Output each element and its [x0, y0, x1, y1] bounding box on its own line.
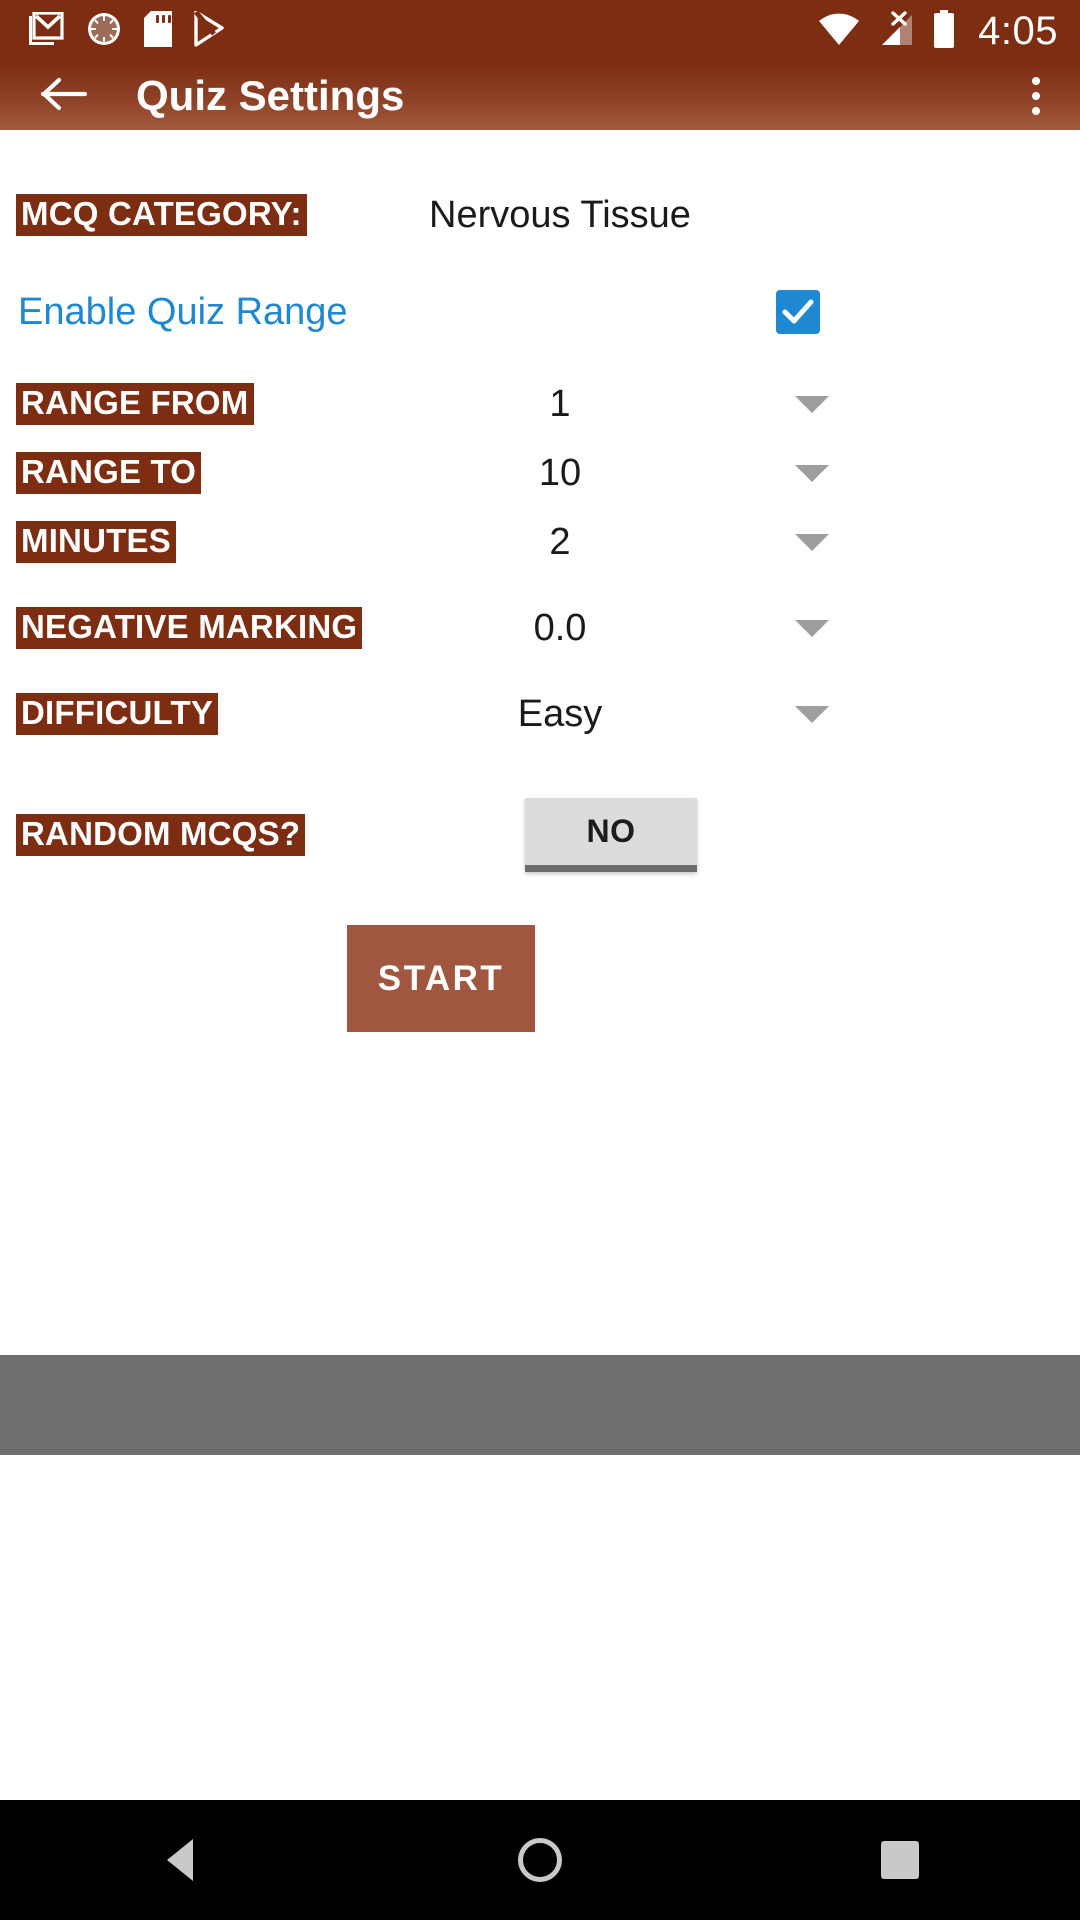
row-minutes[interactable]: MINUTES 2	[0, 516, 1080, 568]
wifi-icon	[818, 12, 860, 51]
nav-recents-square	[881, 1841, 919, 1879]
range-to-value[interactable]: 10	[430, 452, 690, 495]
mcq-category-value: Nervous Tissue	[429, 193, 691, 236]
chevron-down-icon[interactable]	[795, 395, 829, 413]
gmail-icon	[26, 10, 64, 51]
more-vert-icon[interactable]	[1020, 71, 1052, 121]
row-range-to[interactable]: RANGE TO 10	[0, 447, 1080, 499]
status-bar: 4:05	[0, 0, 1080, 62]
overflow-dot	[1032, 107, 1040, 115]
random-mcqs-toggle-button[interactable]: NO	[525, 798, 697, 872]
enable-quiz-range-checkbox[interactable]	[776, 290, 820, 334]
navigation-home-icon[interactable]	[460, 1800, 620, 1920]
sync-progress-icon	[86, 11, 122, 52]
back-button[interactable]	[40, 76, 88, 117]
mcq-category-label: MCQ CATEGORY:	[16, 193, 307, 237]
chevron-down-icon[interactable]	[795, 619, 829, 637]
row-range-from[interactable]: RANGE FROM 1	[0, 378, 1080, 430]
bottom-white-area	[0, 1455, 1080, 1800]
sd-card-icon	[144, 10, 172, 52]
overflow-dot	[1032, 92, 1040, 100]
minutes-value[interactable]: 2	[430, 521, 690, 564]
navigation-back-icon[interactable]	[100, 1800, 260, 1920]
settings-content: MCQ CATEGORY: Nervous Tissue Enable Quiz…	[0, 130, 1080, 1355]
navigation-recents-icon[interactable]	[820, 1800, 980, 1920]
enable-quiz-range-label[interactable]: Enable Quiz Range	[18, 291, 348, 334]
chevron-down-icon[interactable]	[795, 464, 829, 482]
system-navigation-bar	[0, 1800, 1080, 1920]
range-to-label: RANGE TO	[16, 451, 202, 495]
nav-home-circle	[518, 1838, 562, 1882]
chevron-down-icon[interactable]	[795, 533, 829, 551]
app-bar: Quiz Settings	[0, 62, 1080, 130]
row-negative-marking[interactable]: NEGATIVE MARKING 0.0	[0, 602, 1080, 654]
cellular-no-signal-icon	[876, 10, 916, 52]
row-random-mcqs: RANDOM MCQS? NO	[0, 798, 1080, 872]
row-mcq-category: MCQ CATEGORY: Nervous Tissue	[0, 188, 1080, 242]
play-store-icon	[194, 9, 226, 52]
minutes-label: MINUTES	[16, 520, 176, 564]
range-from-value[interactable]: 1	[430, 383, 690, 426]
difficulty-value[interactable]: Easy	[430, 693, 690, 736]
nav-back-triangle	[167, 1839, 193, 1881]
status-bar-notification-icons	[26, 9, 226, 52]
page-title: Quiz Settings	[136, 72, 405, 119]
difficulty-label: DIFFICULTY	[16, 692, 219, 736]
chevron-down-icon[interactable]	[795, 705, 829, 723]
battery-icon	[932, 9, 956, 53]
overflow-dot	[1032, 77, 1040, 85]
range-from-label: RANGE FROM	[16, 382, 254, 426]
random-mcqs-label: RANDOM MCQS?	[16, 813, 306, 857]
row-difficulty[interactable]: DIFFICULTY Easy	[0, 688, 1080, 740]
status-bar-system-icons: 4:05	[818, 9, 1058, 53]
negative-marking-label: NEGATIVE MARKING	[16, 606, 363, 650]
start-button[interactable]: START	[347, 925, 535, 1032]
negative-marking-value[interactable]: 0.0	[430, 607, 690, 650]
status-bar-clock: 4:05	[978, 9, 1058, 53]
phone-screen: 4:05 Quiz Settings MCQ CATEGORY: Nervous…	[0, 0, 1080, 1920]
bottom-gray-band	[0, 1355, 1080, 1455]
row-enable-quiz-range[interactable]: Enable Quiz Range	[0, 285, 1080, 339]
